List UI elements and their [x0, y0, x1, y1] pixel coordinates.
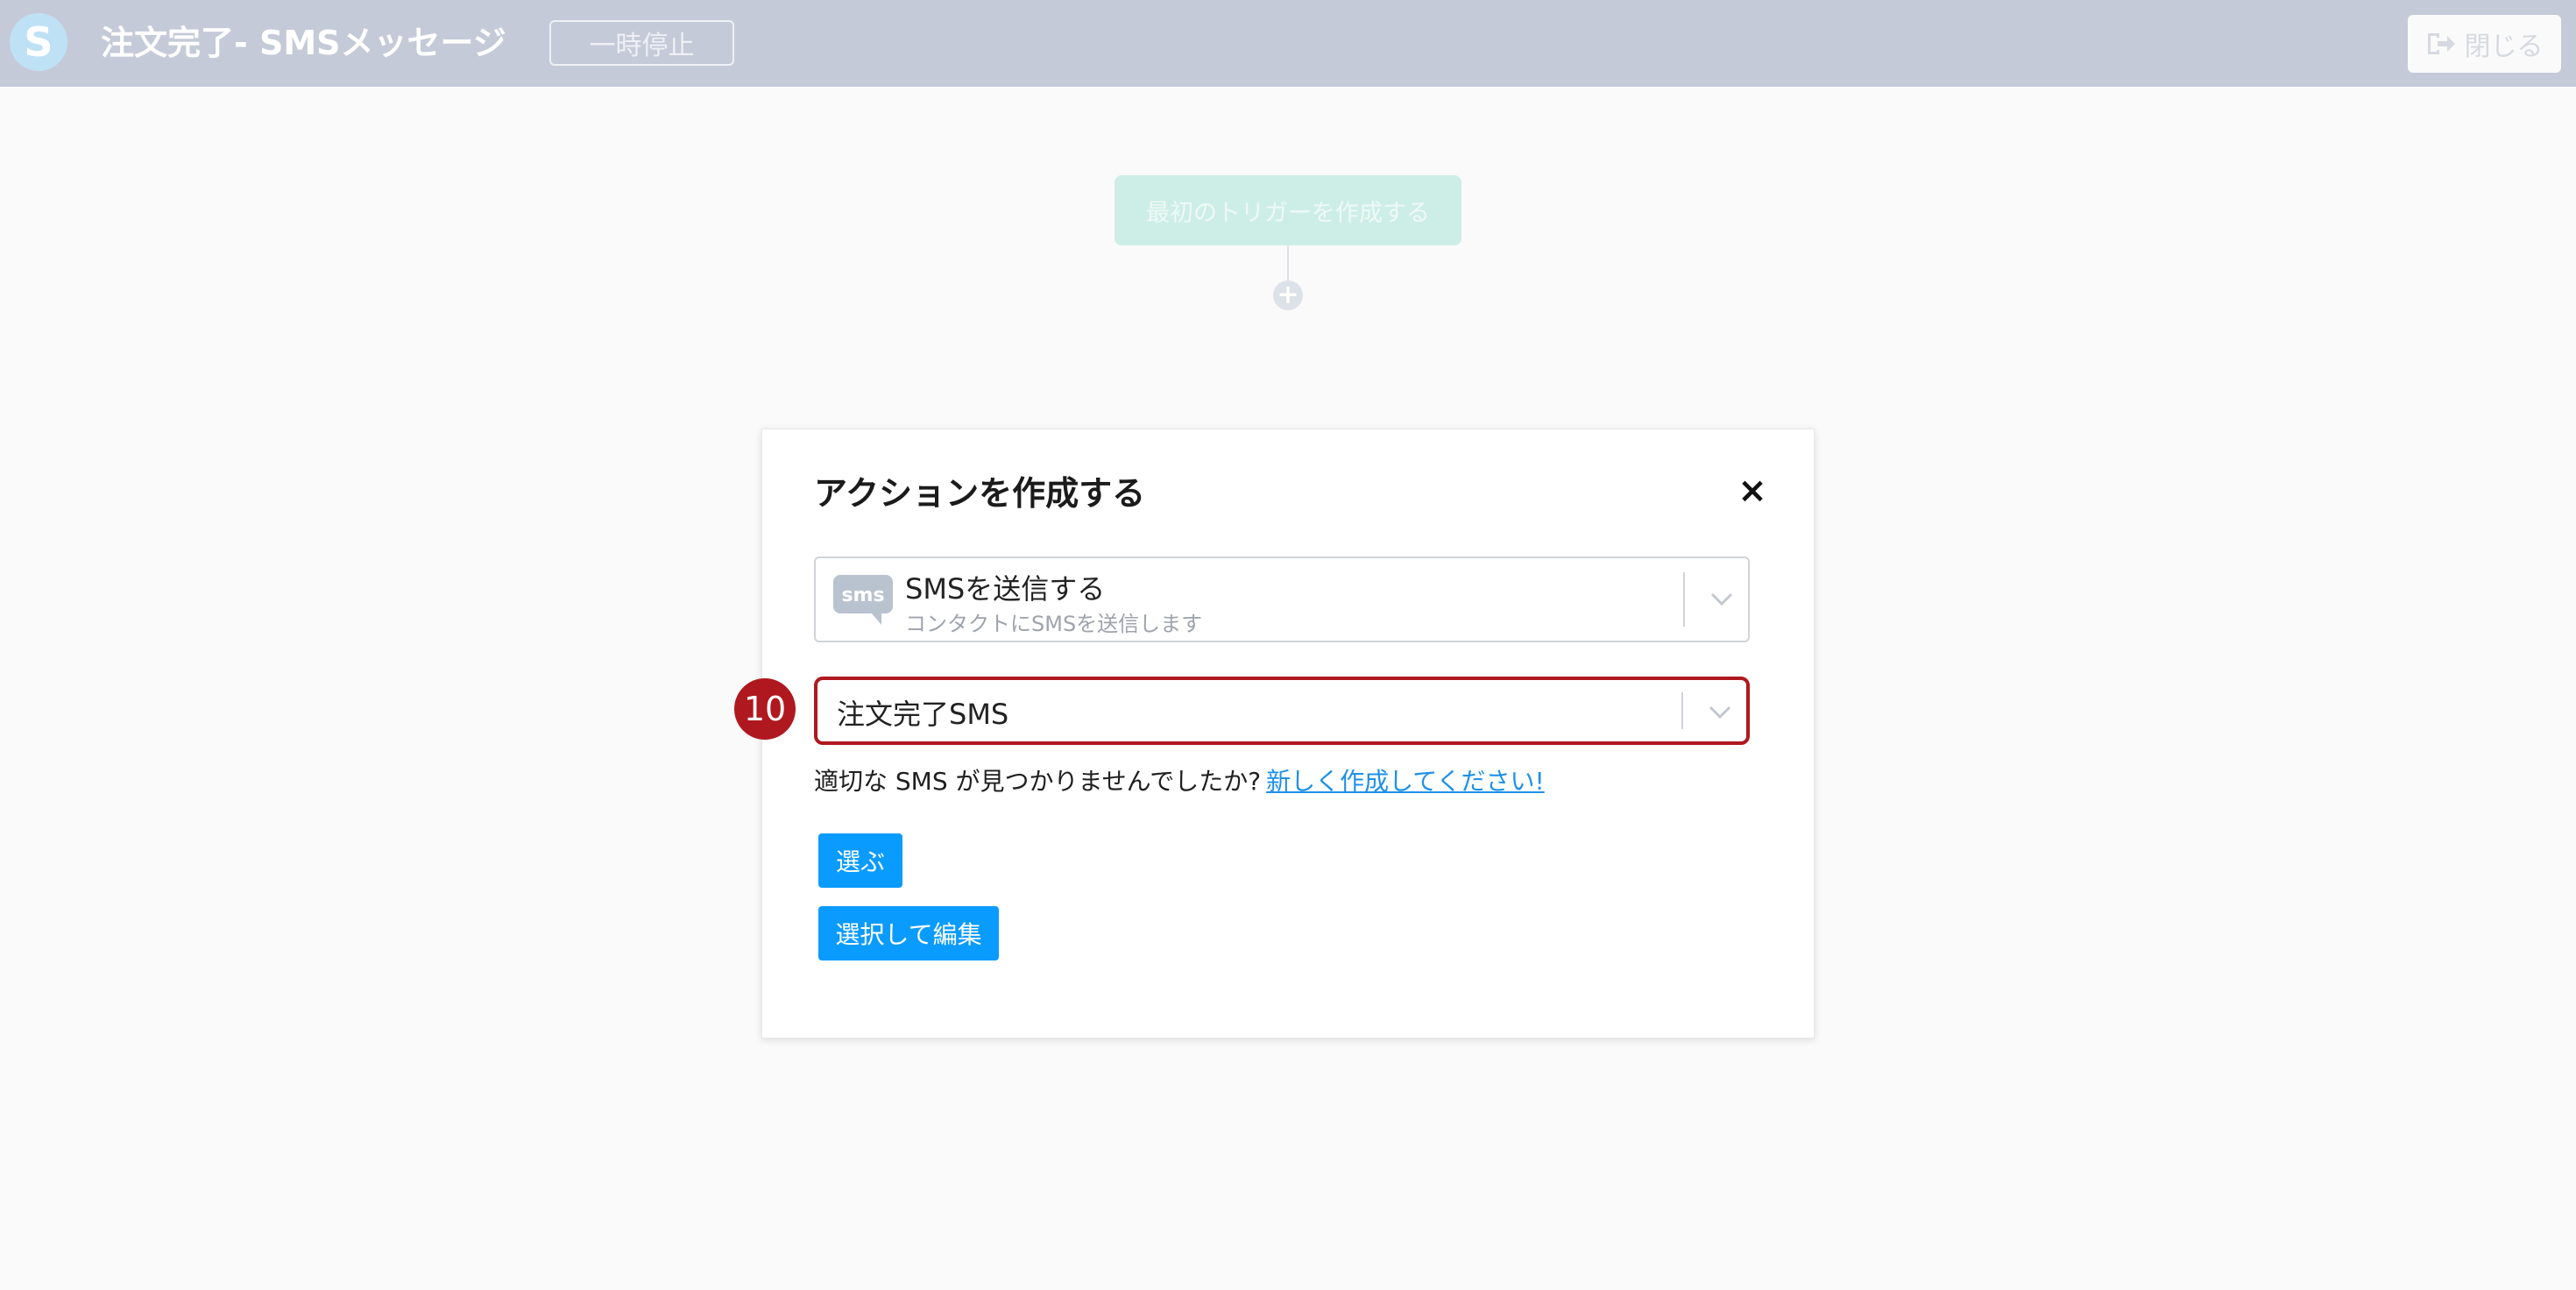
- logo-letter: S: [24, 18, 53, 66]
- action-type-title: SMSを送信する: [905, 572, 1106, 606]
- chevron-down-icon[interactable]: [1709, 592, 1734, 607]
- modal-title: アクションを作成する: [814, 474, 1146, 513]
- step-number-badge: 10: [734, 678, 796, 740]
- sms-template-value: 注文完了SMS: [837, 698, 1009, 731]
- hint-text: 適切な SMS が見つかりませんでしたか?: [814, 767, 1262, 796]
- page-title: 注文完了- SMSメッセージ: [101, 24, 506, 62]
- close-editor-button[interactable]: 閉じる: [2408, 15, 2561, 73]
- close-icon[interactable]: ×: [1735, 473, 1770, 508]
- pause-button[interactable]: 一時停止: [549, 20, 734, 66]
- action-type-select[interactable]: sms SMSを送信する コンタクトにSMSを送信します: [814, 556, 1750, 642]
- select-divider: [1683, 572, 1685, 627]
- create-first-trigger-button[interactable]: 最初のトリガーを作成する: [1115, 175, 1461, 245]
- sign-out-icon: [2427, 33, 2455, 54]
- flow-connector: [1287, 245, 1289, 282]
- select-divider: [1681, 692, 1683, 729]
- plus-icon[interactable]: +: [1273, 280, 1303, 310]
- create-new-sms-link[interactable]: 新しく作成してください!: [1266, 767, 1545, 796]
- select-button[interactable]: 選ぶ: [818, 833, 902, 888]
- create-action-modal: アクションを作成する × sms SMSを送信する コンタクトにSMSを送信しま…: [761, 429, 1815, 1038]
- sms-template-select[interactable]: 注文完了SMS: [814, 677, 1750, 745]
- action-type-subtitle: コンタクトにSMSを送信します: [905, 612, 1203, 636]
- select-and-edit-button[interactable]: 選択して編集: [818, 906, 999, 960]
- sms-icon-label: sms: [841, 585, 884, 606]
- chevron-down-icon[interactable]: [1708, 705, 1732, 720]
- app-logo: S: [10, 13, 67, 71]
- top-bar: S 注文完了- SMSメッセージ 一時停止 閉じる: [0, 0, 2576, 87]
- sms-not-found-hint: 適切な SMS が見つかりませんでしたか? 新しく作成してください!: [814, 762, 1545, 797]
- sms-bubble-icon: sms: [833, 575, 893, 625]
- close-editor-label: 閉じる: [2464, 32, 2544, 62]
